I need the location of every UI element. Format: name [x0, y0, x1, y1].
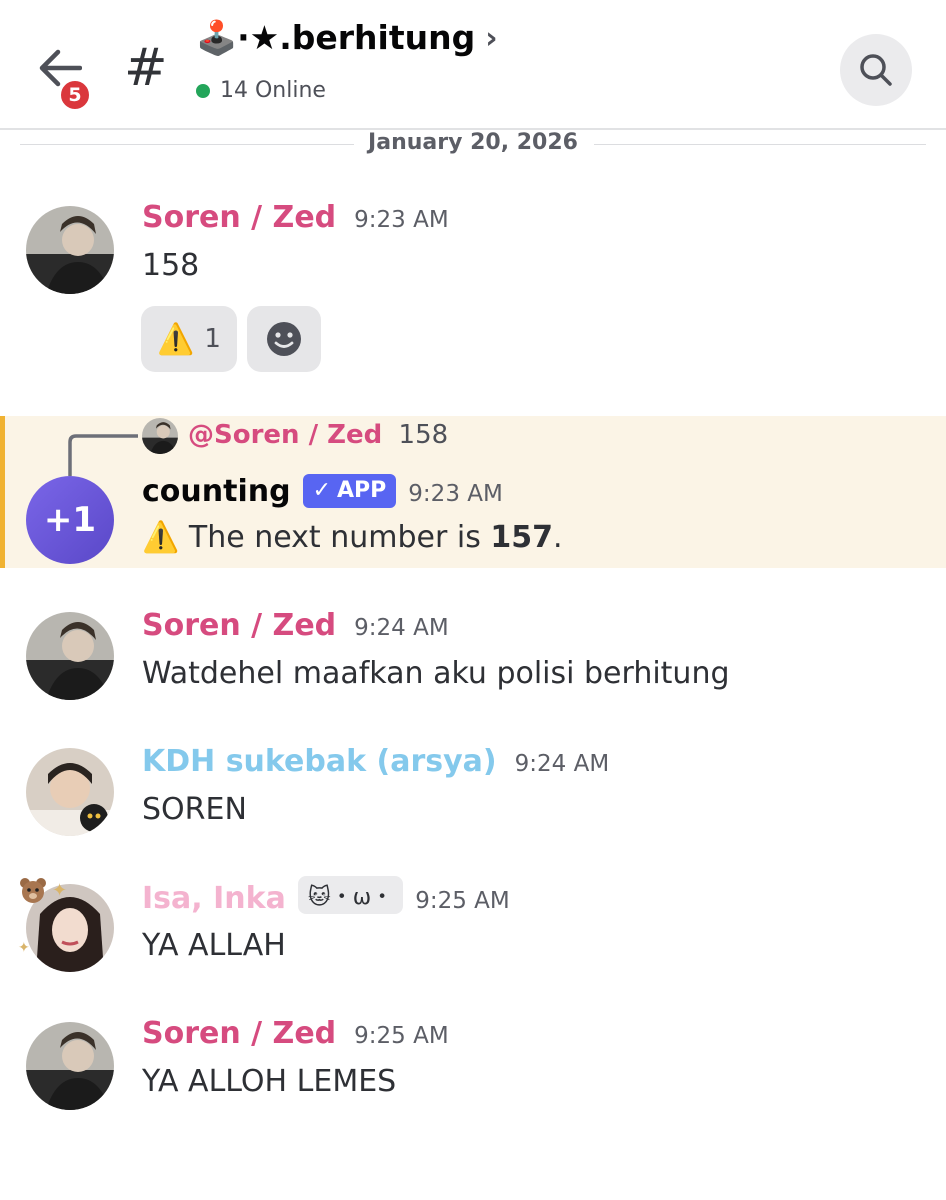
checkmark-icon: ✓ — [312, 478, 332, 503]
timestamp: 9:25 AM — [415, 888, 510, 914]
server-tag[interactable]: 🐱・ω・ — [297, 876, 404, 914]
next-number: 157 — [490, 520, 553, 555]
author-name[interactable]: Soren / Zed — [142, 200, 336, 235]
online-count: 14 Online — [196, 78, 326, 103]
author-name[interactable]: KDH sukebak (arsya) — [142, 744, 497, 779]
avatar[interactable] — [26, 612, 114, 700]
timestamp: 9:24 AM — [514, 751, 610, 777]
author-name[interactable]: Soren / Zed — [142, 1016, 336, 1051]
message-header: KDH sukebak (arsya) 9:24 AM — [142, 744, 609, 779]
author-name[interactable]: Isa, Inka — [142, 881, 286, 916]
online-dot-icon — [196, 83, 210, 98]
channel-name-text: 🕹️·★.berhitung — [196, 18, 476, 57]
author-name[interactable]: counting — [142, 474, 291, 509]
message-header: counting ✓ APP 9:23 AM — [142, 473, 503, 512]
online-count-text: 14 Online — [220, 78, 326, 103]
timestamp: 9:24 AM — [354, 615, 449, 641]
date-label: January 20, 2026 — [368, 130, 578, 155]
avatar-decoration-bear-icon — [18, 876, 48, 906]
search-button[interactable] — [840, 34, 912, 106]
message-header: Soren / Zed 9:24 AM — [142, 608, 449, 643]
app-tag-text: APP — [337, 478, 387, 503]
reaction-chip[interactable]: ⚠️ 1 — [141, 306, 237, 372]
warning-icon: ⚠️ — [157, 321, 195, 357]
chevron-right-icon: › — [485, 20, 498, 56]
channel-title[interactable]: 🕹️·★.berhitung › — [196, 18, 498, 58]
reply-text: 158 — [398, 420, 449, 450]
timestamp: 9:25 AM — [354, 1023, 449, 1049]
reaction-count: 1 — [204, 324, 221, 354]
warning-icon: ⚠️ — [142, 520, 180, 555]
highlighted-message: @Soren / Zed 158 +1 counting ✓ APP 9:23 … — [0, 416, 946, 568]
date-divider: January 20, 2026 — [20, 128, 926, 162]
avatar[interactable] — [26, 206, 114, 294]
bot-text-suffix: . — [552, 520, 563, 555]
divider-line-right — [594, 144, 926, 145]
channel-header: 5 # 🕹️·★.berhitung › 14 Online — [0, 0, 946, 128]
app-tag: ✓ APP — [302, 473, 397, 508]
timestamp: 9:23 AM — [408, 481, 503, 507]
avatar[interactable] — [26, 1022, 114, 1110]
unread-badge: 5 — [58, 78, 92, 112]
message-text: YA ALLAH — [142, 928, 286, 963]
add-reaction-button[interactable] — [247, 306, 321, 372]
message-text: Watdehel maafkan aku polisi berhitung — [142, 656, 730, 691]
message-header: Isa, Inka 🐱・ω・ 9:25 AM — [142, 876, 510, 918]
message-text: YA ALLOH LEMES — [142, 1064, 397, 1099]
highlight-bar — [0, 416, 5, 568]
avatar[interactable] — [26, 748, 114, 836]
reply-preview[interactable]: @Soren / Zed 158 — [188, 420, 448, 450]
reply-line-icon — [68, 434, 138, 476]
message-header: Soren / Zed 9:25 AM — [142, 1016, 449, 1051]
sparkle-icon: ✦ — [52, 880, 68, 901]
bot-avatar-text: +1 — [43, 500, 97, 540]
message-text: SOREN — [142, 792, 247, 827]
message-text: 158 — [142, 248, 200, 283]
reply-avatar[interactable] — [142, 418, 178, 454]
author-name[interactable]: Soren / Zed — [142, 608, 336, 643]
reply-author: @Soren / Zed — [188, 420, 383, 450]
add-reaction-icon — [267, 322, 301, 356]
timestamp: 9:23 AM — [354, 207, 449, 233]
search-icon — [860, 54, 892, 86]
bot-avatar[interactable]: +1 — [26, 476, 114, 564]
message-text: ⚠️ The next number is 157. — [142, 520, 563, 555]
bot-text-prefix: The next number is — [188, 520, 491, 555]
sparkle-icon: ✦ — [18, 940, 30, 956]
message-header: Soren / Zed 9:23 AM — [142, 200, 449, 235]
hash-icon: # — [124, 38, 168, 98]
back-button[interactable]: 5 — [38, 44, 92, 114]
